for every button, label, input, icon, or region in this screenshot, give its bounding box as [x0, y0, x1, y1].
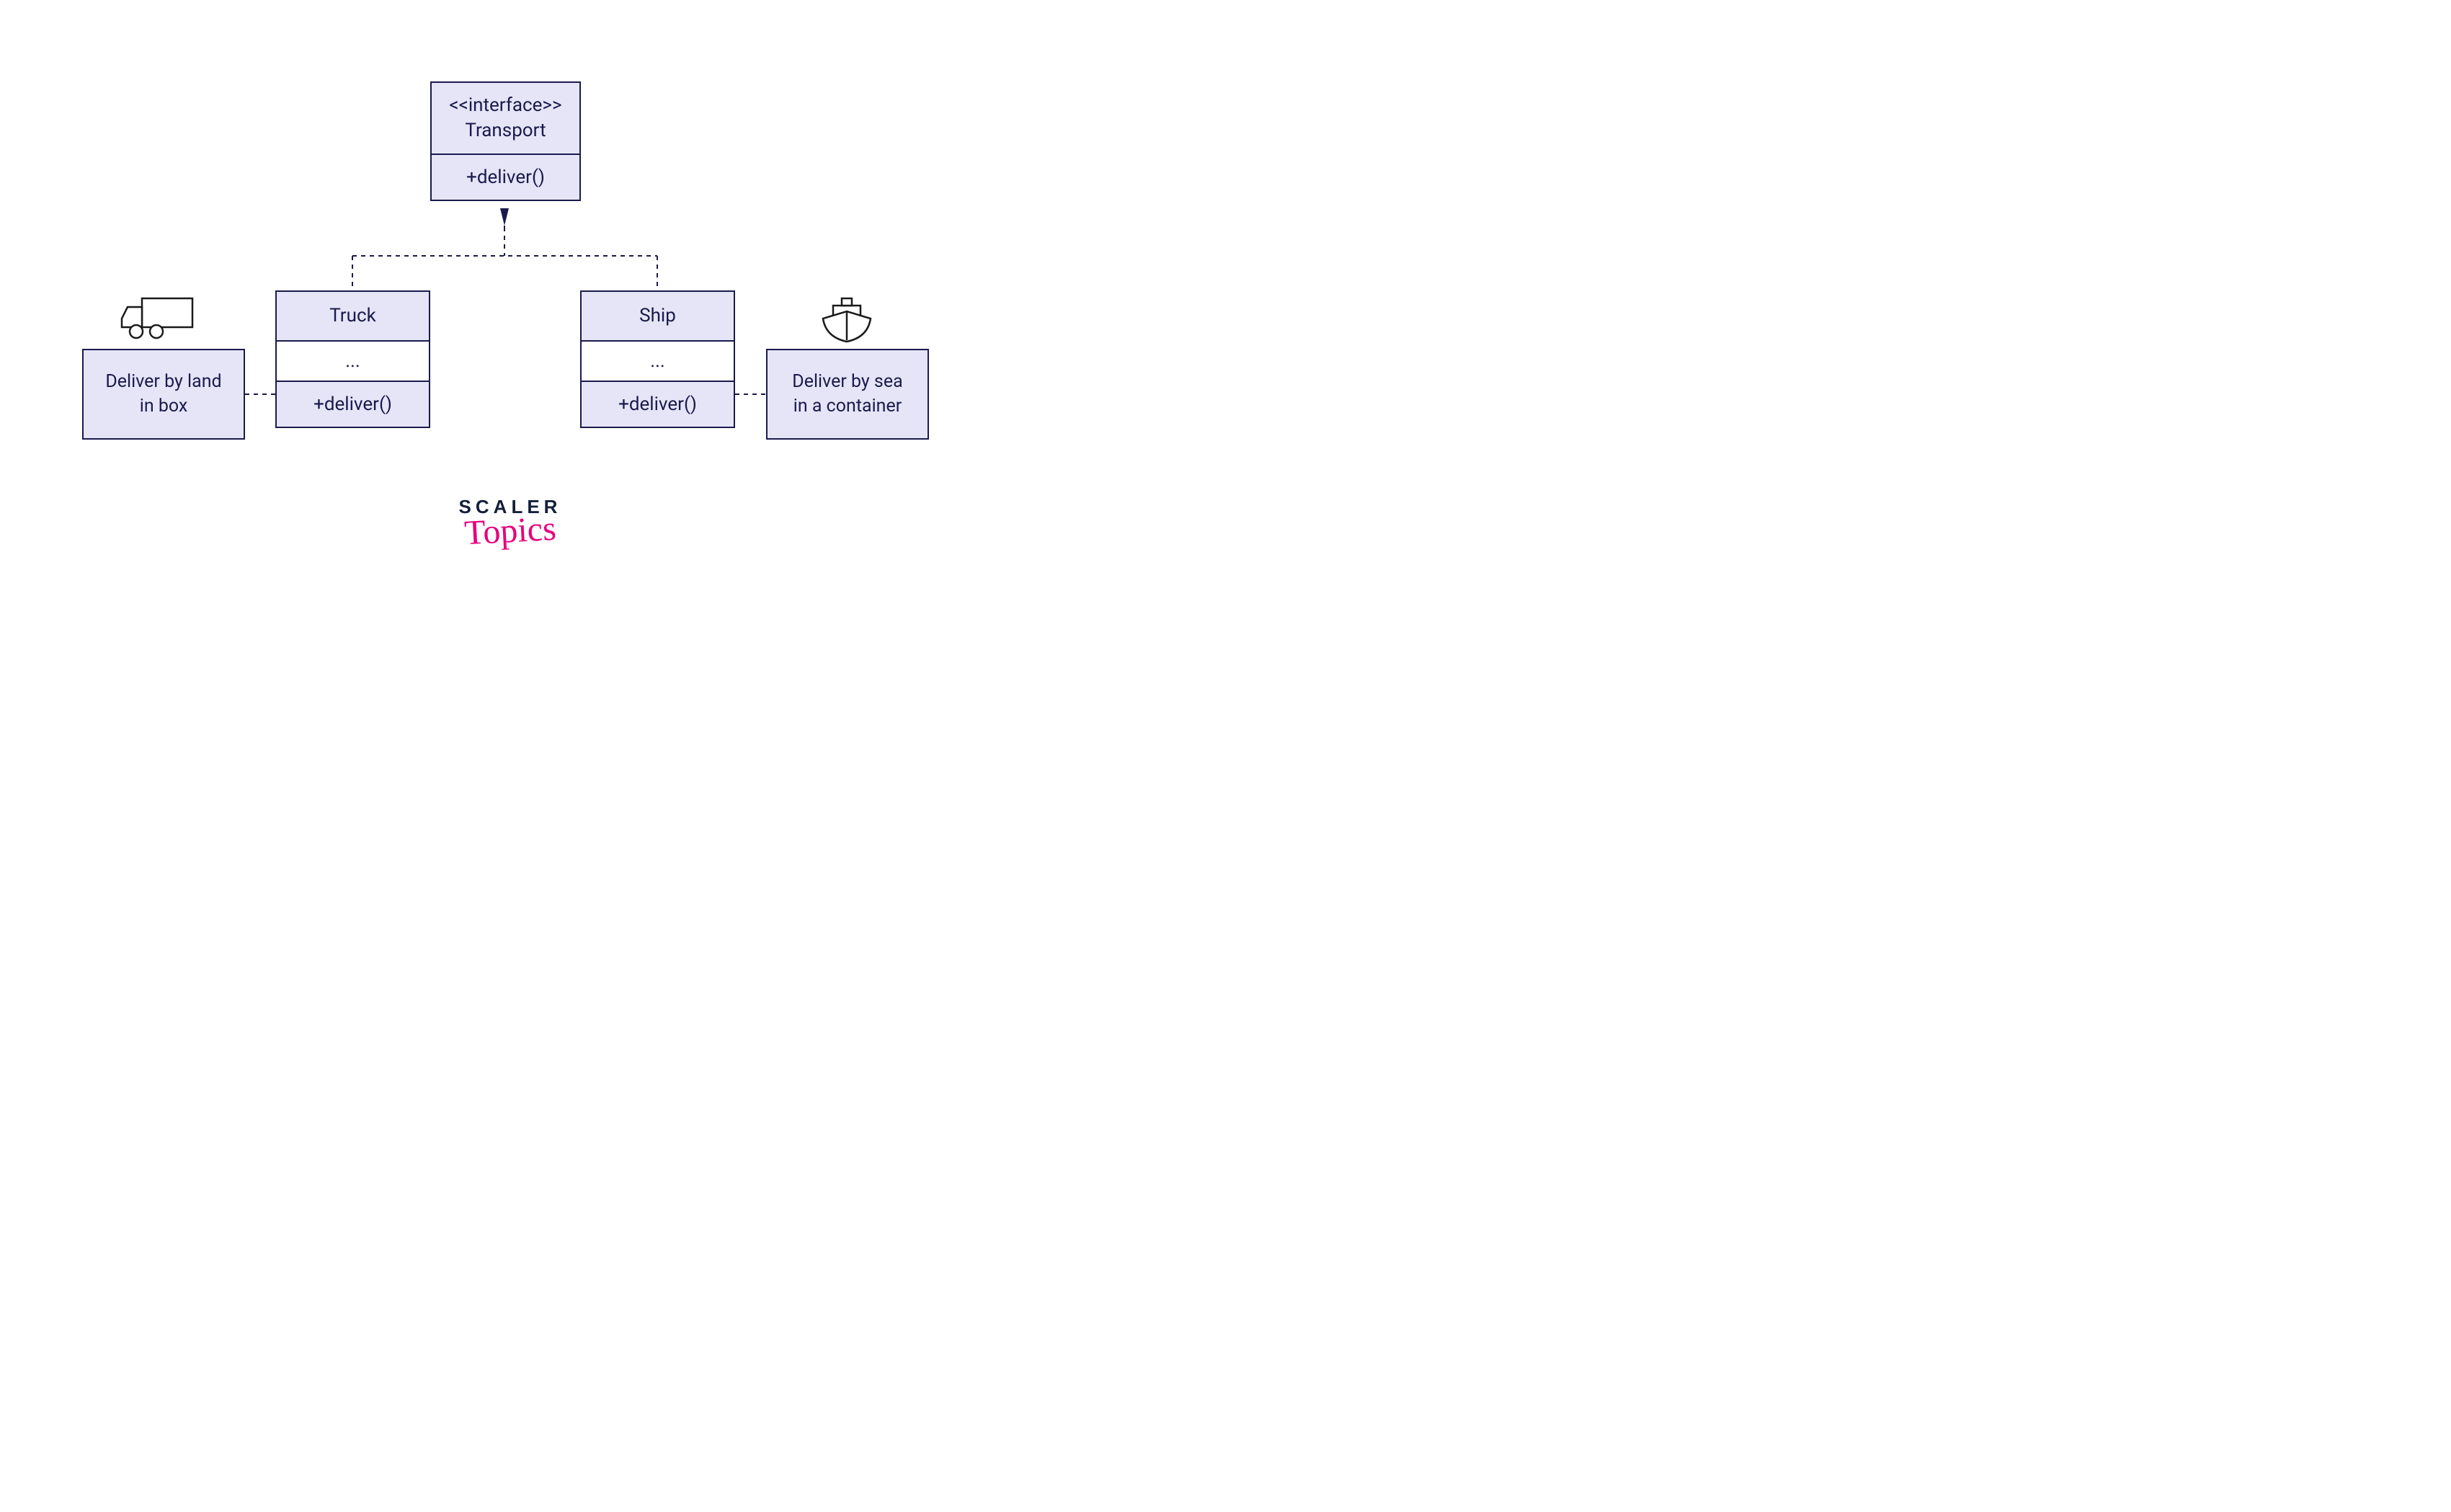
truck-class-box: Truck ... +deliver()	[275, 290, 430, 428]
interface-method: +deliver()	[432, 155, 579, 200]
ship-class-box: Ship ... +deliver()	[580, 290, 735, 428]
truck-name: Truck	[277, 292, 429, 342]
ship-name: Ship	[582, 292, 734, 342]
truck-attributes: ...	[277, 342, 429, 382]
ship-method: +deliver()	[582, 382, 734, 427]
truck-method: +deliver()	[277, 382, 429, 427]
ship-attributes: ...	[582, 342, 734, 382]
interface-transport-box: <<interface>> Transport +deliver()	[430, 81, 581, 201]
interface-header: <<interface>> Transport	[432, 83, 579, 155]
scaler-topics-logo: SCALER Topics	[445, 496, 575, 551]
logo-topics-text: Topics	[445, 507, 577, 553]
ship-note-text: Deliver by sea in a container	[792, 370, 902, 419]
interface-stereotype: <<interface>>	[445, 93, 566, 118]
interface-name: Transport	[445, 118, 566, 143]
truck-note: Deliver by land in box	[82, 349, 245, 440]
truck-note-text: Deliver by land in box	[105, 370, 221, 419]
ship-note: Deliver by sea in a container	[766, 349, 929, 440]
diagram-canvas: <<interface>> Transport +deliver() Truck…	[0, 0, 1009, 622]
ship-icon	[816, 295, 878, 349]
truck-icon	[119, 294, 198, 344]
